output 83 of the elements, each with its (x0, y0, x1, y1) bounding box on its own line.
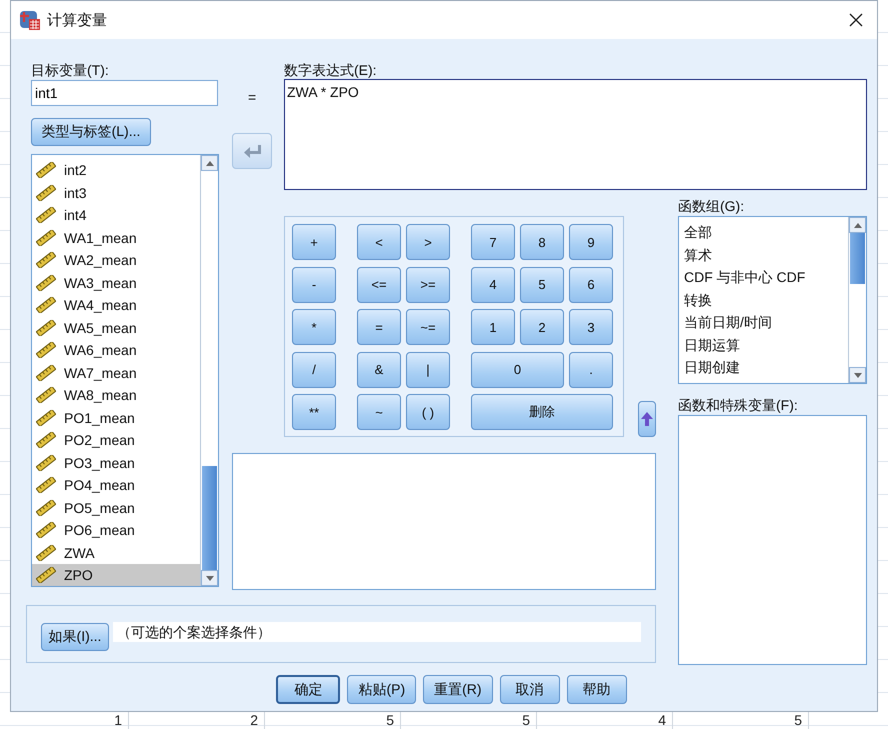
up-arrow-icon (641, 412, 653, 426)
keypad-key[interactable]: * (292, 309, 336, 345)
dialog-button[interactable]: 粘贴(P) (347, 675, 416, 704)
scrollbar[interactable] (848, 217, 866, 383)
keypad-key[interactable]: ** (292, 394, 336, 430)
function-group-item[interactable]: CDF 与非中心 CDF (679, 266, 848, 288)
keypad-key[interactable]: 删除 (471, 394, 613, 430)
dialog-button[interactable]: 帮助 (566, 675, 627, 704)
move-left-button[interactable] (232, 133, 272, 169)
keypad-key[interactable]: 7 (471, 224, 515, 260)
keypad-key[interactable]: ~= (406, 309, 450, 345)
keypad-key[interactable]: < (357, 224, 401, 260)
keypad-key[interactable]: / (292, 352, 336, 388)
spreadsheet-cell: 1 (0, 712, 129, 729)
keypad-key[interactable]: 5 (520, 266, 564, 302)
functions-label: 函数和特殊变量(F): (678, 396, 799, 414)
keypad-key[interactable]: <= (357, 266, 401, 302)
keypad-key[interactable]: = (357, 309, 401, 345)
variable-item[interactable]: WA6_mean (32, 339, 200, 362)
function-group-item[interactable]: 算术 (679, 244, 848, 266)
variable-item[interactable]: PO5_mean (32, 496, 200, 519)
keypad-key[interactable]: 4 (471, 266, 515, 302)
variable-item[interactable]: WA1_mean (32, 226, 200, 249)
dialog-button[interactable]: 确定 (276, 675, 340, 704)
function-group-item[interactable]: 日期运算 (679, 334, 848, 356)
calculator-grid-icon (19, 9, 41, 31)
move-up-button[interactable] (638, 401, 656, 437)
variable-item[interactable]: PO3_mean (32, 452, 200, 474)
spreadsheet-cell: 4 (537, 712, 673, 729)
variable-item[interactable]: WA7_mean (32, 362, 200, 384)
spreadsheet-cell: 2 (129, 712, 265, 729)
target-variable-label: 目标变量(T): (31, 61, 110, 79)
keypad-key[interactable]: > (406, 224, 450, 260)
window-title: 计算变量 (47, 10, 108, 30)
variable-item[interactable]: int3 (32, 182, 200, 204)
variable-item[interactable]: WA8_mean (32, 384, 200, 406)
keypad-key[interactable]: + (292, 224, 336, 260)
left-arrow-icon (243, 144, 261, 158)
variable-item[interactable]: int2 (32, 159, 200, 182)
variable-item[interactable]: int4 (32, 204, 200, 226)
keypad-key[interactable]: >= (406, 266, 450, 302)
spreadsheet-cell: 5 (673, 712, 809, 729)
function-group-label: 函数组(G): (678, 197, 746, 215)
keypad-key[interactable]: - (292, 266, 336, 302)
keypad-key[interactable]: 0 (471, 352, 564, 388)
close-icon[interactable] (849, 13, 863, 27)
keypad-key[interactable]: 3 (569, 309, 613, 345)
keypad-key[interactable]: | (406, 352, 450, 388)
variable-item[interactable]: WA5_mean (32, 316, 200, 339)
keypad-key[interactable]: 2 (520, 309, 564, 345)
function-group-item[interactable]: 全部 (679, 221, 848, 244)
keypad-key[interactable]: 9 (569, 224, 613, 260)
target-variable-input[interactable]: int1 (31, 80, 218, 106)
variable-item[interactable]: PO4_mean (32, 474, 200, 496)
function-group-item[interactable]: 当前日期/时间 (679, 311, 848, 334)
spreadsheet-cell: 5 (401, 712, 537, 729)
keypad-key[interactable]: ( ) (406, 394, 450, 430)
dialog-button[interactable]: 重置(R) (423, 675, 493, 704)
spreadsheet-cell: 5 (265, 712, 401, 729)
keypad-key[interactable]: & (357, 352, 401, 388)
function-group-item[interactable]: 日期创建 (679, 356, 848, 378)
expression-field[interactable]: ZWA * ZPO (284, 79, 867, 190)
variable-item[interactable]: PO2_mean (32, 429, 200, 452)
expression-label: 数字表达式(E): (284, 61, 378, 79)
dialog-button[interactable]: 取消 (500, 675, 560, 704)
scrollbar[interactable] (200, 155, 218, 586)
variable-item[interactable]: WA3_mean (32, 272, 200, 294)
keypad-key[interactable]: 8 (520, 224, 564, 260)
variable-item[interactable]: PO6_mean (32, 519, 200, 542)
variable-item[interactable]: PO1_mean (32, 406, 200, 429)
condition-text: （可选的个案选择条件） (113, 622, 641, 642)
keypad-key[interactable]: 1 (471, 309, 515, 345)
type-and-label-button[interactable]: 类型与标签(L)... (31, 118, 151, 146)
equals-sign: = (248, 89, 256, 105)
variable-item[interactable]: ZPO (32, 564, 200, 586)
if-button[interactable]: 如果(I)... (41, 623, 109, 651)
variable-item[interactable]: WA2_mean (32, 249, 200, 272)
variable-item[interactable]: ZWA (32, 542, 200, 564)
keypad-key[interactable]: ~ (357, 394, 401, 430)
keypad-key[interactable]: 6 (569, 266, 613, 302)
function-group-item[interactable]: 转换 (679, 288, 848, 311)
variable-item[interactable]: WA4_mean (32, 294, 200, 316)
keypad-key[interactable]: . (569, 352, 613, 388)
